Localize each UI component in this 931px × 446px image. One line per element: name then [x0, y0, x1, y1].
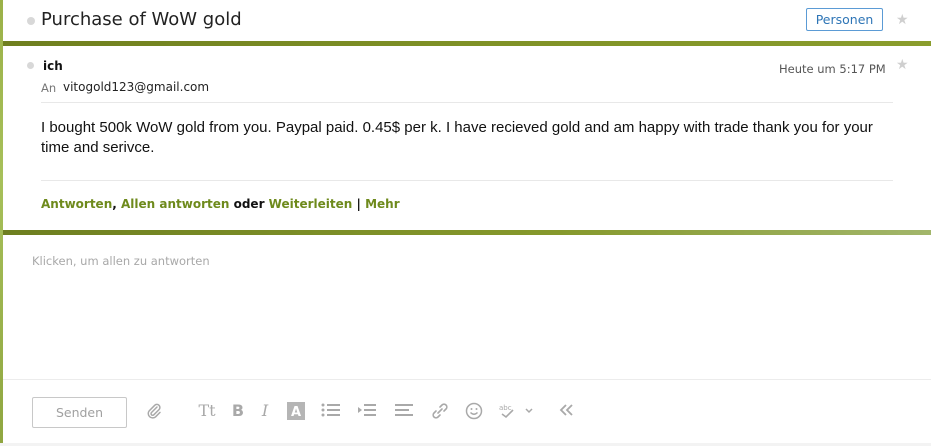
italic-icon[interactable]: I: [258, 402, 272, 422]
comma-separator: ,: [112, 197, 117, 211]
subject-title: Purchase of WoW gold: [41, 9, 242, 30]
reply-all-link[interactable]: Allen antworten: [121, 197, 229, 211]
reply-placeholder[interactable]: Klicken, um allen zu antworten: [32, 254, 210, 268]
message-divider-top: [41, 102, 893, 103]
spellcheck-icon[interactable]: abc: [498, 402, 538, 422]
sender-name[interactable]: ich: [43, 59, 63, 73]
align-icon[interactable]: [393, 402, 415, 422]
bullet-list-icon[interactable]: [320, 402, 342, 422]
indent-icon[interactable]: [356, 402, 378, 422]
unread-dot: [27, 17, 35, 25]
more-link[interactable]: Mehr: [365, 197, 400, 211]
conversation-header: Purchase of WoW gold Personen ★: [3, 0, 931, 41]
message-status-dot: [27, 62, 34, 69]
recipient-address[interactable]: vitogold123@gmail.com: [63, 80, 209, 94]
paperclip-icon[interactable]: [144, 402, 164, 422]
or-separator: oder: [233, 197, 265, 211]
forward-link[interactable]: Weiterleiten: [269, 197, 353, 211]
reply-link[interactable]: Antworten: [41, 197, 112, 211]
to-label: An: [41, 81, 57, 95]
bold-icon[interactable]: B: [230, 402, 246, 422]
send-button[interactable]: Senden: [32, 397, 127, 428]
collapse-icon[interactable]: [556, 402, 576, 422]
people-button[interactable]: Personen: [806, 8, 883, 31]
message-actions: Antworten, Allen antworten oder Weiterle…: [41, 197, 400, 211]
message-card: ich An vitogold123@gmail.com Heute um 5:…: [3, 46, 931, 230]
message-body: I bought 500k WoW gold from you. Paypal …: [41, 119, 873, 156]
star-icon[interactable]: ★: [896, 13, 909, 27]
pipe-separator: |: [356, 197, 361, 211]
text-color-icon[interactable]: A: [286, 402, 305, 422]
toolbar-divider: [3, 379, 931, 380]
message-star-icon[interactable]: ★: [896, 58, 909, 72]
link-icon[interactable]: [429, 402, 451, 422]
svg-text:A: A: [290, 405, 300, 420]
svg-text:abc: abc: [499, 404, 512, 412]
emoji-icon[interactable]: [464, 402, 484, 422]
message-timestamp: Heute um 5:17 PM: [779, 62, 886, 76]
message-divider-bottom: [41, 180, 893, 181]
font-size-icon[interactable]: Tt: [197, 402, 217, 422]
